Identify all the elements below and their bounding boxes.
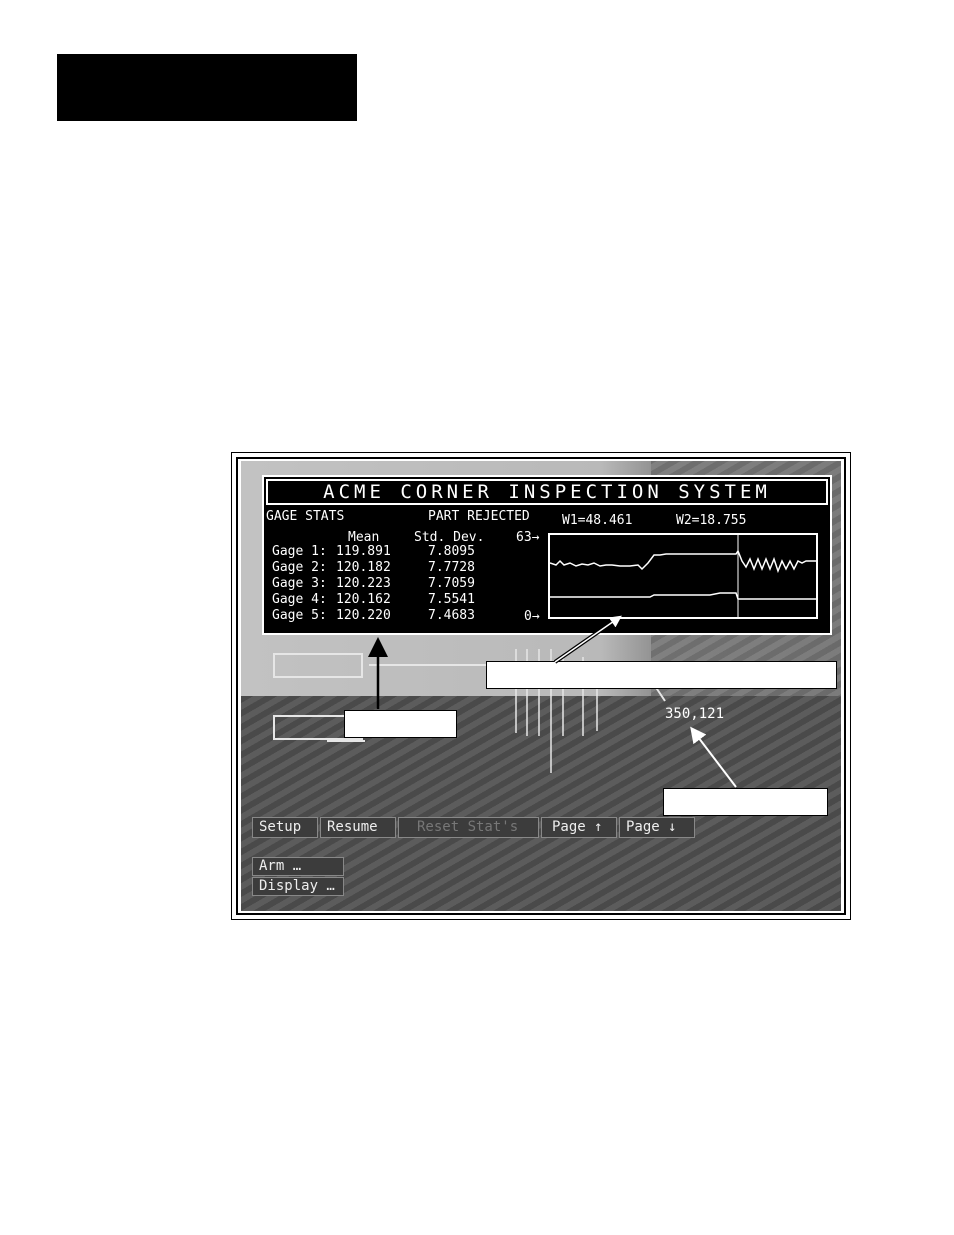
reset-stats-button[interactable]: Reset Stat's xyxy=(398,817,539,838)
chapter-tab xyxy=(57,54,357,121)
page-down-button[interactable]: Page ↓ xyxy=(619,817,695,838)
callout-arrows xyxy=(368,615,737,788)
display-menu-item[interactable]: Display … xyxy=(252,877,344,896)
setup-button[interactable]: Setup xyxy=(252,817,318,838)
inspection-screen: 350,121 ACME CORNER INSPECTION SYSTEM GA… xyxy=(241,461,841,911)
arm-menu-item[interactable]: Arm … xyxy=(252,857,344,876)
page-up-button[interactable]: Page ↑ xyxy=(541,817,617,838)
resume-button[interactable]: Resume xyxy=(320,817,396,838)
